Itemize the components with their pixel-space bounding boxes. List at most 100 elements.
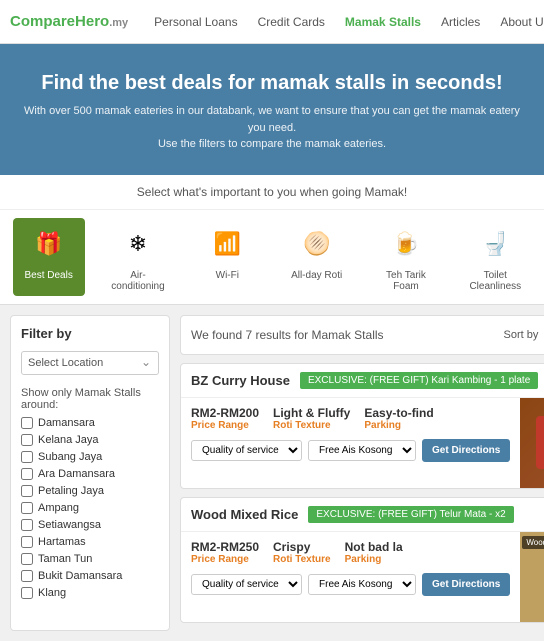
quality-select-wood[interactable]: Quality of service — [191, 574, 302, 595]
card-wood-header: Wood Mixed Rice EXCLUSIVE: (FREE GIFT) T… — [181, 498, 544, 532]
loc-petaling-jaya[interactable]: Petaling Jaya — [21, 485, 159, 497]
stat-price: RM2-RM200 Price Range — [191, 406, 259, 431]
chk-damansara[interactable] — [21, 417, 33, 429]
directions-btn-bz[interactable]: Get Directions — [422, 439, 510, 462]
card-wood-badge: EXCLUSIVE: (FREE GIFT) Telur Mata - x2 — [308, 506, 513, 523]
loc-kelana-jaya[interactable]: Kelana Jaya — [21, 434, 159, 446]
card-wood-actions: Quality of service Free Ais Kosong Get D… — [191, 573, 510, 596]
hero-title: Find the best deals for mamak stalls in … — [20, 72, 524, 95]
stat-texture-value: Light & Fluffy — [273, 406, 350, 420]
chk-taman-tun[interactable] — [21, 553, 33, 565]
stat-texture: Light & Fluffy Roti Texture — [273, 406, 350, 431]
stat-price-label: Price Range — [191, 420, 259, 431]
cat-aircon[interactable]: ❄ Air-conditioning — [102, 218, 174, 296]
loc-taman-tun[interactable]: Taman Tun — [21, 553, 159, 565]
card-bz-stats: RM2-RM200 Price Range Light & Fluffy Rot… — [191, 406, 510, 431]
toilet-icon: 🚽 — [473, 222, 517, 266]
sidebar: Filter by Select Location Show only Mama… — [10, 315, 170, 631]
card-bz-image: bz Curry House — [520, 398, 544, 488]
card-bz-actions: Quality of service Free Ais Kosong Get D… — [191, 439, 510, 462]
card-wood-info: RM2-RM250 Price Range Crispy Roti Textur… — [181, 532, 520, 622]
nav-credit-cards[interactable]: Credit Cards — [248, 15, 335, 29]
logo-text: CompareHero — [10, 13, 109, 30]
nav-about-us[interactable]: About Us — [490, 15, 544, 29]
stat-parking: Easy-to-find Parking — [364, 406, 433, 431]
stat-texture-wood-value: Crispy — [273, 540, 331, 554]
loc-ampang[interactable]: Ampang — [21, 502, 159, 514]
cat-wifi[interactable]: 📶 Wi-Fi — [191, 218, 263, 296]
stat-parking-wood: Not bad la Parking — [345, 540, 403, 565]
stat-parking-wood-label: Parking — [345, 554, 403, 565]
cat-best-deals-label: Best Deals — [24, 270, 72, 281]
card-wood-image: Wood Mixed Rice 🍚 Restaurant — [520, 532, 544, 622]
bz-logo: bz Curry House — [536, 416, 544, 469]
card-bz-curry-house: BZ Curry House EXCLUSIVE: (FREE GIFT) Ka… — [180, 363, 544, 489]
loc-damansara[interactable]: Damansara — [21, 417, 159, 429]
location-select-wrap: Select Location — [21, 351, 159, 375]
card-bz-body: RM2-RM200 Price Range Light & Fluffy Rot… — [181, 398, 544, 488]
roti-icon: 🫓 — [295, 222, 339, 266]
chk-subang-jaya[interactable] — [21, 451, 33, 463]
sort-row: Sort by Location — [504, 324, 544, 346]
chk-ara-damansara[interactable] — [21, 468, 33, 480]
cat-toilet-label: Toilet Cleanliness — [463, 270, 527, 292]
card-wood-body: RM2-RM250 Price Range Crispy Roti Textur… — [181, 532, 544, 622]
cat-wifi-label: Wi-Fi — [216, 270, 239, 281]
stat-texture-label: Roti Texture — [273, 420, 350, 431]
stat-parking-wood-value: Not bad la — [345, 540, 403, 554]
main-content: Filter by Select Location Show only Mama… — [0, 305, 544, 641]
hero-subtitle2: Use the filters to compare the mamak eat… — [20, 136, 524, 153]
stat-price-wood-value: RM2-RM250 — [191, 540, 259, 554]
card-wood-mixed-rice: Wood Mixed Rice EXCLUSIVE: (FREE GIFT) T… — [180, 497, 544, 623]
category-bar: 🎁 Best Deals ❄ Air-conditioning 📶 Wi-Fi … — [0, 210, 544, 305]
stat-texture-wood: Crispy Roti Texture — [273, 540, 331, 565]
cat-teh-tarik[interactable]: 🍺 Teh Tarik Foam — [370, 218, 442, 296]
chk-hartamas[interactable] — [21, 536, 33, 548]
loc-klang[interactable]: Klang — [21, 587, 159, 599]
cat-best-deals[interactable]: 🎁 Best Deals — [13, 218, 85, 296]
nav-mamak-stalls[interactable]: Mamak Stalls — [335, 15, 431, 29]
navbar: CompareHero.my Personal Loans Credit Car… — [0, 0, 544, 44]
quality-select-bz[interactable]: Quality of service — [191, 440, 302, 461]
aircon-icon: ❄ — [116, 222, 160, 266]
wifi-icon: 📶 — [205, 222, 249, 266]
loc-bukit-damansara[interactable]: Bukit Damansara — [21, 570, 159, 582]
ais-select-wood[interactable]: Free Ais Kosong — [308, 574, 416, 595]
nav-personal-loans[interactable]: Personal Loans — [144, 15, 247, 29]
chk-ampang[interactable] — [21, 502, 33, 514]
teh-tarik-icon: 🍺 — [384, 222, 428, 266]
card-bz-header: BZ Curry House EXCLUSIVE: (FREE GIFT) Ka… — [181, 364, 544, 398]
stat-price-wood: RM2-RM250 Price Range — [191, 540, 259, 565]
loc-hartamas[interactable]: Hartamas — [21, 536, 159, 548]
loc-ara-damansara[interactable]: Ara Damansara — [21, 468, 159, 480]
cat-toilet[interactable]: 🚽 Toilet Cleanliness — [459, 218, 531, 296]
chk-kelana-jaya[interactable] — [21, 434, 33, 446]
chk-petaling-jaya[interactable] — [21, 485, 33, 497]
loc-subang-jaya[interactable]: Subang Jaya — [21, 451, 159, 463]
wood-mixed-label: Wood Mixed Rice — [522, 536, 544, 549]
chk-klang[interactable] — [21, 587, 33, 599]
ais-select-bz[interactable]: Free Ais Kosong — [308, 440, 416, 461]
card-wood-name: Wood Mixed Rice — [191, 507, 298, 522]
stat-parking-value: Easy-to-find — [364, 406, 433, 420]
card-bz-info: RM2-RM200 Price Range Light & Fluffy Rot… — [181, 398, 520, 488]
stat-price-value: RM2-RM200 — [191, 406, 259, 420]
hero-subtitle1: With over 500 mamak eateries in our data… — [20, 103, 524, 136]
stat-parking-label: Parking — [364, 420, 433, 431]
cat-allday-roti[interactable]: 🫓 All-day Roti — [281, 218, 353, 296]
location-select[interactable]: Select Location — [21, 351, 159, 375]
stat-price-wood-label: Price Range — [191, 554, 259, 565]
logo[interactable]: CompareHero.my — [10, 13, 128, 30]
directions-btn-wood[interactable]: Get Directions — [422, 573, 510, 596]
results-header: We found 7 results for Mamak Stalls Sort… — [180, 315, 544, 355]
loc-setiawangsa[interactable]: Setiawangsa — [21, 519, 159, 531]
chk-bukit-damansara[interactable] — [21, 570, 33, 582]
sidebar-title: Filter by — [21, 326, 159, 341]
chk-setiawangsa[interactable] — [21, 519, 33, 531]
stat-texture-wood-label: Roti Texture — [273, 554, 331, 565]
filter-label: Select what's important to you when goin… — [0, 175, 544, 210]
results-count: We found 7 results for Mamak Stalls — [191, 328, 384, 342]
best-deals-icon: 🎁 — [27, 222, 71, 266]
nav-articles[interactable]: Articles — [431, 15, 490, 29]
nav-links: Personal Loans Credit Cards Mamak Stalls… — [144, 8, 544, 36]
